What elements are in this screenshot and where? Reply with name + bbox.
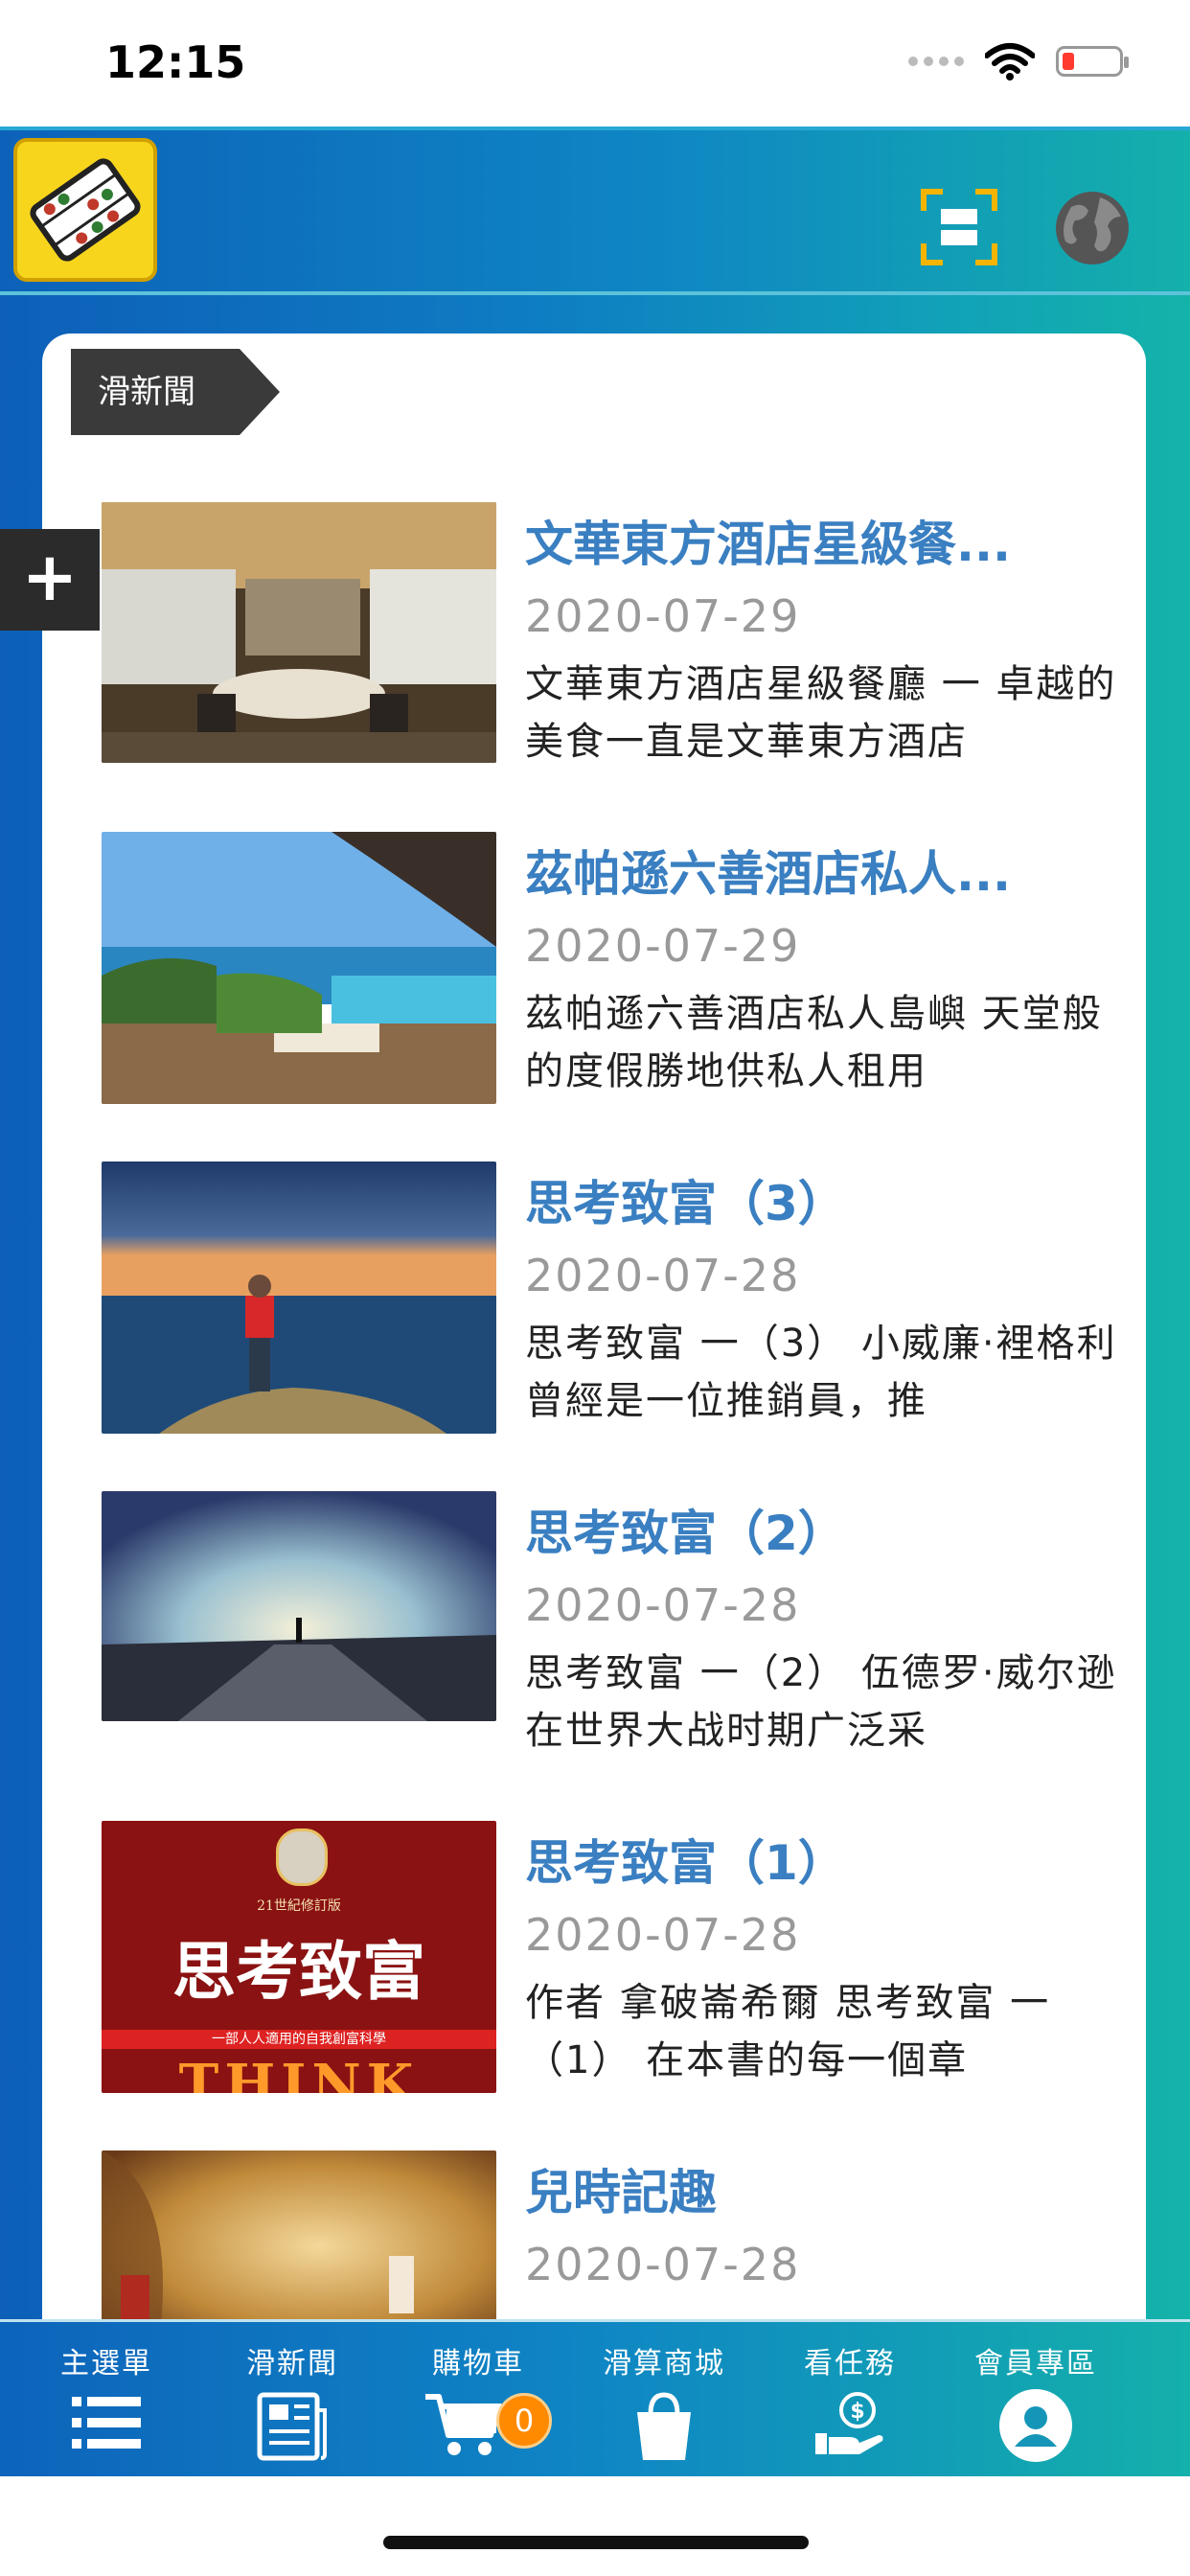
news-item[interactable]: 思考致富（2） 2020-07-28 思考致富 一（2） 伍德罗·威尔逊在世界大… bbox=[102, 1491, 1127, 1779]
book-big-text: THINK bbox=[178, 2053, 420, 2093]
news-title[interactable]: 思考致富（3） bbox=[525, 1165, 1110, 1234]
abacus-logo[interactable] bbox=[13, 138, 157, 282]
news-thumbnail-restaurant[interactable] bbox=[102, 502, 496, 763]
news-summary: 思考致富 一（3） 小威廉·裡格利 曾經是一位推銷員，推 bbox=[525, 1322, 1117, 1423]
tab-label: 會員專區 bbox=[974, 2347, 1097, 2380]
cart-icon bbox=[425, 2394, 503, 2455]
news-date: 2020-07-28 bbox=[525, 1579, 801, 1631]
news-card: 滑新聞 文華東方酒店星級餐... 2020-07-29 文華東方酒店星級餐廳 一… bbox=[42, 334, 1146, 2336]
tab-tasks[interactable]: 看任務 $ bbox=[757, 2322, 943, 2479]
tab-label: 購物車 bbox=[432, 2347, 524, 2380]
news-item[interactable]: 兒時記趣 2020-07-28 bbox=[102, 2150, 1127, 2336]
news-thumbnail-villa[interactable] bbox=[102, 832, 496, 1104]
book-title: 思考致富 bbox=[172, 1934, 425, 2009]
book-edition: 21世紀修訂版 bbox=[257, 1898, 341, 1914]
cart-badge: 0 bbox=[496, 2393, 552, 2449]
news-date: 2020-07-28 bbox=[525, 2239, 801, 2290]
news-item[interactable]: 茲帕遜六善酒店私人... 2020-07-29 茲帕遜六善酒店私人島嶼 天堂般的… bbox=[102, 832, 1127, 1119]
book-author-portrait bbox=[276, 1828, 328, 1886]
abacus-icon bbox=[30, 158, 141, 262]
news-title[interactable]: 思考致富（1） bbox=[525, 1825, 1110, 1894]
news-date: 2020-07-28 bbox=[525, 1250, 801, 1301]
tab-main-menu[interactable]: 主選單 bbox=[13, 2322, 199, 2479]
globe-icon bbox=[1056, 192, 1129, 264]
news-summary: 思考致富 一（2） 伍德罗·威尔逊在世界大战时期广泛采 bbox=[525, 1651, 1117, 1753]
news-date: 2020-07-29 bbox=[525, 920, 801, 972]
book-subtitle: 一部人人適用的自我創富科學 bbox=[102, 2030, 496, 2049]
section-title: 滑新聞 bbox=[71, 349, 240, 435]
news-thumbnail-road[interactable] bbox=[102, 1491, 496, 1721]
battery-icon bbox=[1056, 46, 1129, 77]
signal-icon bbox=[908, 57, 964, 66]
news-item[interactable]: 思考致富（3） 2020-07-28 思考致富 一（3） 小威廉·裡格利 曾經是… bbox=[102, 1162, 1127, 1449]
tab-member[interactable]: 會員專區 bbox=[943, 2322, 1129, 2479]
home-indicator[interactable] bbox=[383, 2536, 809, 2549]
news-summary: 作者 拿破崙希爾 思考致富 一（1） 在本書的每一個章 bbox=[525, 1981, 1051, 2082]
tab-news[interactable]: 滑新聞 bbox=[199, 2322, 385, 2479]
news-item[interactable]: 21世紀修訂版 思考致富 一部人人適用的自我創富科學 THINK 思考致富（1）… bbox=[102, 1821, 1127, 2108]
news-summary: 茲帕遜六善酒店私人島嶼 天堂般的度假勝地供私人租用 bbox=[525, 992, 1103, 1093]
scan-icon bbox=[921, 189, 997, 265]
language-button[interactable] bbox=[1052, 188, 1133, 268]
add-button[interactable]: + bbox=[0, 529, 100, 631]
tab-label: 主選單 bbox=[60, 2347, 152, 2380]
news-title[interactable]: 思考致富（2） bbox=[525, 1495, 1110, 1564]
newspaper-icon bbox=[257, 2392, 327, 2461]
app-header bbox=[0, 126, 1190, 295]
tab-label: 看任務 bbox=[804, 2347, 896, 2380]
news-item[interactable]: 文華東方酒店星級餐... 2020-07-29 文華東方酒店星級餐廳 一 卓越的… bbox=[102, 502, 1127, 790]
tab-bar: 主選單 滑新聞 購物車 0 滑算商城 看任務 $ 會員專區 bbox=[0, 2319, 1190, 2476]
user-icon bbox=[999, 2389, 1072, 2462]
news-title[interactable]: 兒時記趣 bbox=[525, 2154, 1110, 2223]
list-icon bbox=[72, 2397, 141, 2449]
shopping-bag-icon bbox=[637, 2392, 691, 2460]
tab-shop[interactable]: 滑算商城 bbox=[571, 2322, 757, 2479]
news-title[interactable]: 文華東方酒店星級餐... bbox=[525, 506, 1110, 575]
scan-button[interactable] bbox=[920, 188, 998, 266]
news-title[interactable]: 茲帕遜六善酒店私人... bbox=[525, 836, 1110, 905]
news-date: 2020-07-28 bbox=[525, 1909, 801, 1961]
wifi-icon bbox=[985, 43, 1035, 80]
news-summary: 文華東方酒店星級餐廳 一 卓越的美食一直是文華東方酒店 bbox=[525, 662, 1117, 764]
status-icons bbox=[908, 42, 1129, 80]
status-time: 12:15 bbox=[105, 36, 246, 88]
tab-label: 滑算商城 bbox=[603, 2347, 725, 2380]
news-thumbnail-children[interactable] bbox=[102, 2150, 496, 2336]
tab-cart[interactable]: 購物車 0 bbox=[385, 2322, 571, 2479]
news-thumbnail-sea-cliff[interactable] bbox=[102, 1162, 496, 1434]
status-bar: 12:15 bbox=[0, 0, 1190, 126]
money-hand-icon: $ bbox=[815, 2392, 883, 2454]
tab-label: 滑新聞 bbox=[246, 2347, 338, 2380]
news-thumbnail-book-cover[interactable]: 21世紀修訂版 思考致富 一部人人適用的自我創富科學 THINK bbox=[102, 1821, 496, 2093]
section-tag: 滑新聞 bbox=[71, 349, 282, 435]
svg-text:$: $ bbox=[850, 2400, 864, 2424]
news-date: 2020-07-29 bbox=[525, 590, 801, 642]
